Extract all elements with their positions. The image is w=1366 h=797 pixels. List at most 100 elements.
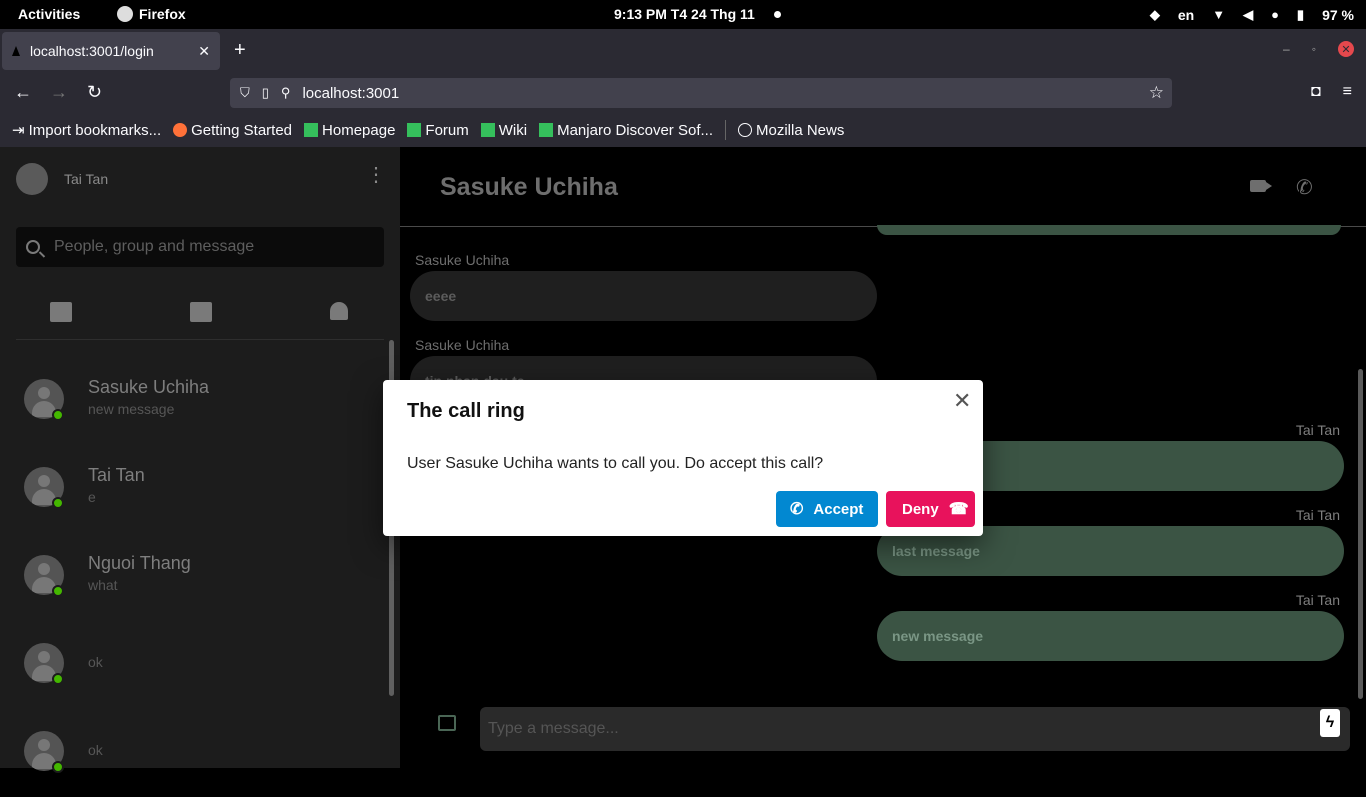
site-favicon-icon bbox=[12, 46, 20, 56]
chat-title: Sasuke Uchiha bbox=[440, 173, 618, 201]
deny-call-button[interactable]: Deny ☎ bbox=[886, 491, 975, 527]
person-icon bbox=[38, 563, 50, 575]
app-menu[interactable]: Firefox bbox=[117, 6, 186, 22]
url-text[interactable]: localhost:3001 bbox=[302, 85, 399, 102]
message-composer[interactable] bbox=[480, 707, 1350, 751]
back-arrow-icon[interactable]: ← bbox=[14, 82, 32, 103]
bookmark-label: Wiki bbox=[498, 121, 528, 139]
accept-call-button[interactable]: ✆ Accept bbox=[776, 491, 878, 527]
message-incoming: Sasuke Uchiha eeee bbox=[410, 252, 877, 321]
bookmark-label: Import bookmarks... bbox=[28, 121, 162, 139]
bookmark-star-icon[interactable]: ☆ bbox=[1149, 83, 1164, 103]
activities-button[interactable]: Activities bbox=[18, 6, 80, 22]
online-status-badge bbox=[52, 409, 64, 421]
message-bubble: new message bbox=[877, 611, 1344, 661]
video-call-icon[interactable] bbox=[1250, 180, 1272, 192]
online-status-badge bbox=[52, 673, 64, 685]
chat-tab-icon[interactable] bbox=[50, 302, 72, 322]
contacts-tab-icon[interactable] bbox=[190, 302, 212, 322]
conversation-last-message: e bbox=[88, 489, 96, 505]
conversation-item[interactable]: Sasuke Uchiha new message bbox=[0, 357, 388, 445]
bookmark-item[interactable]: Forum bbox=[407, 122, 469, 139]
conversation-list: Sasuke Uchiha new message Tai Tan e Nguoi Th… bbox=[0, 357, 388, 797]
notifications-tab-icon[interactable] bbox=[330, 302, 348, 320]
system-tray[interactable]: ◆ en ▼ ◀ ● ▮ 97 % bbox=[1150, 0, 1366, 29]
bookmark-item[interactable]: Getting Started bbox=[173, 122, 292, 139]
bookmark-item[interactable]: Homepage bbox=[304, 122, 395, 139]
language-indicator[interactable]: en bbox=[1178, 7, 1194, 23]
bookmarks-separator bbox=[724, 120, 726, 140]
volume-icon: ◀ bbox=[1243, 6, 1254, 22]
hamburger-menu-icon[interactable]: ≡ bbox=[1343, 83, 1352, 101]
conversation-name: Nguoi Thang bbox=[88, 553, 191, 573]
conversation-last-message: what bbox=[88, 577, 118, 593]
reload-icon[interactable]: ↻ bbox=[87, 82, 102, 103]
sidebar: Tai Tan ⋮ Sasuke Uchiha new message Tai Ta… bbox=[0, 147, 400, 773]
call-dialog: The call ring ✕ User Sasuke Uchiha wants… bbox=[383, 380, 983, 536]
search-input[interactable] bbox=[54, 238, 354, 256]
microphone-icon: ● bbox=[1271, 7, 1279, 22]
conversation-last-message: ok bbox=[88, 654, 103, 670]
conversation-item[interactable]: ok bbox=[0, 621, 388, 709]
firefox-icon bbox=[117, 6, 133, 22]
bookmarks-toolbar: ⇥ Import bookmarks... Getting Started Homep… bbox=[0, 113, 1366, 147]
shield-icon[interactable]: ⛉ bbox=[240, 85, 250, 101]
address-bar[interactable]: ⛉ ▯ ⚲ localhost:3001 ☆ bbox=[230, 78, 1172, 108]
system-top-bar: Activities Firefox 9:13 PM T4 24 Thg 11 … bbox=[0, 0, 1366, 29]
conversation-item[interactable]: Nguoi Thang what bbox=[0, 533, 388, 621]
new-tab-button[interactable]: + bbox=[234, 39, 246, 62]
current-user[interactable]: Tai Tan bbox=[16, 163, 108, 195]
close-tab-icon[interactable]: ✕ bbox=[198, 43, 210, 60]
close-icon[interactable]: ✕ bbox=[953, 388, 971, 414]
bookmark-item[interactable]: Wiki bbox=[480, 121, 528, 139]
hang-up-icon: ☎ bbox=[948, 501, 969, 518]
conversation-last-message: ok bbox=[88, 742, 103, 758]
notification-dot bbox=[774, 11, 781, 18]
bookmark-item[interactable]: ⇥ Import bookmarks... bbox=[12, 121, 162, 140]
browser-tab-bar: localhost:3001/login ✕ + – ◦ ✕ bbox=[0, 29, 1366, 73]
sidebar-tabs bbox=[16, 292, 384, 340]
message-outgoing: Tai Tan new message bbox=[877, 592, 1344, 661]
message-sender: Sasuke Uchiha bbox=[415, 337, 510, 353]
message-input[interactable] bbox=[488, 720, 1288, 738]
bookmark-label: Manjaro Discover Sof... bbox=[557, 121, 713, 139]
lightning-icon[interactable]: ϟ bbox=[1320, 709, 1340, 737]
permissions-icon[interactable]: ⚲ bbox=[281, 85, 291, 101]
dialog-message: User Sasuke Uchiha wants to call you. Do… bbox=[407, 455, 824, 472]
bookmark-item[interactable]: Manjaro Discover Sof... bbox=[539, 122, 713, 139]
bookmark-label: Getting Started bbox=[191, 121, 293, 139]
conversation-item[interactable]: Tai Tan e bbox=[0, 445, 388, 533]
pocket-icon[interactable]: ◘ bbox=[1311, 83, 1321, 101]
wifi-icon: ▼ bbox=[1212, 7, 1226, 22]
clock[interactable]: 9:13 PM T4 24 Thg 11 bbox=[614, 6, 755, 22]
search-box[interactable] bbox=[16, 227, 384, 267]
add-image-icon[interactable] bbox=[438, 715, 456, 731]
person-icon bbox=[38, 475, 50, 487]
phone-call-icon[interactable]: ✆ bbox=[1296, 175, 1313, 200]
online-status-badge bbox=[52, 761, 64, 773]
person-icon bbox=[38, 739, 50, 751]
page-icon: ▯ bbox=[261, 85, 269, 100]
online-status-badge bbox=[52, 497, 64, 509]
close-window-icon[interactable]: ✕ bbox=[1338, 41, 1354, 57]
message-sender: Tai Tan bbox=[1295, 592, 1340, 608]
chat-scrollbar[interactable] bbox=[1358, 369, 1363, 699]
conversation-item[interactable]: ok bbox=[0, 709, 388, 797]
message-bubble: eeee bbox=[410, 271, 877, 321]
browser-tab[interactable]: localhost:3001/login ✕ bbox=[2, 32, 220, 70]
manjaro-icon bbox=[304, 123, 319, 137]
deny-label: Deny bbox=[902, 500, 939, 518]
minimize-icon[interactable]: – bbox=[1283, 42, 1290, 56]
bookmark-item[interactable]: Mozilla News bbox=[737, 121, 845, 139]
maximize-icon[interactable]: ◦ bbox=[1312, 42, 1316, 56]
import-icon: ⇥ bbox=[12, 122, 25, 139]
more-vert-icon[interactable]: ⋮ bbox=[366, 165, 386, 185]
bookmark-label: Homepage bbox=[322, 121, 396, 139]
app-name: Firefox bbox=[139, 6, 186, 22]
search-icon bbox=[26, 240, 40, 254]
bookmark-label: Mozilla News bbox=[755, 121, 845, 139]
manjaro-icon bbox=[539, 123, 554, 137]
avatar[interactable] bbox=[16, 163, 48, 195]
dialog-title: The call ring bbox=[407, 400, 525, 422]
forward-arrow-icon[interactable]: → bbox=[50, 82, 68, 103]
